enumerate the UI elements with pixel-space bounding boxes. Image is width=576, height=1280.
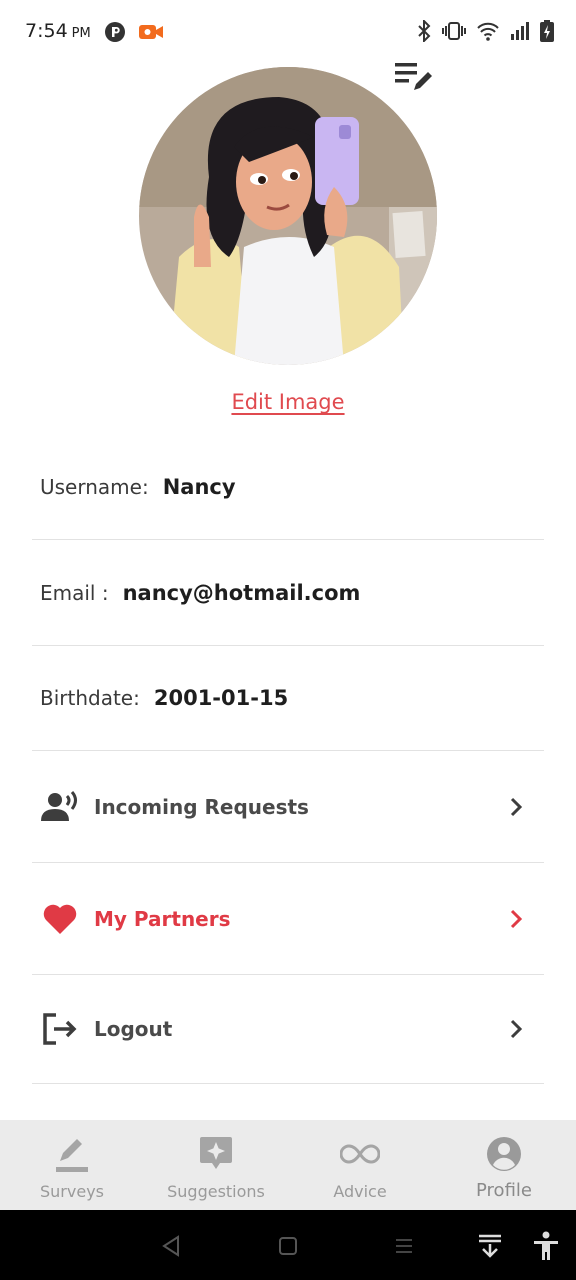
tab-label: Advice — [333, 1182, 387, 1201]
home-icon[interactable] — [272, 1230, 304, 1262]
username-label: Username: — [40, 474, 149, 499]
birthdate-value: 2001-01-15 — [153, 685, 289, 710]
status-time: 7:54 PM — [25, 20, 91, 42]
user-circle-icon — [484, 1134, 524, 1174]
avatar — [139, 67, 437, 365]
vibrate-icon — [442, 21, 466, 45]
tab-label: Surveys — [40, 1182, 104, 1201]
menu-item-logout[interactable]: Logout — [32, 975, 544, 1084]
status-ampm: PM — [71, 26, 91, 41]
infinity-icon — [340, 1134, 380, 1174]
status-right-icons — [416, 18, 554, 46]
tab-label: Profile — [476, 1180, 532, 1201]
email-label: Email : — [40, 580, 109, 605]
battery-charging-icon — [540, 20, 554, 46]
edit-image-link[interactable]: Edit Image — [0, 390, 576, 414]
tab-suggestions[interactable]: Suggestions — [144, 1120, 288, 1210]
tab-label: Suggestions — [167, 1182, 265, 1201]
signal-icon — [510, 21, 530, 45]
accessibility-icon[interactable] — [530, 1230, 562, 1262]
tab-profile[interactable]: Profile — [432, 1120, 576, 1210]
pencil-icon — [52, 1134, 92, 1174]
chevron-right-icon — [504, 1017, 528, 1041]
username-value: Nancy — [162, 474, 236, 499]
chevron-right-icon — [504, 795, 528, 819]
video-camera-icon — [138, 22, 164, 46]
birthdate-row: Birthdate: 2001-01-15 — [32, 645, 544, 751]
menu-icon[interactable] — [388, 1230, 420, 1262]
email-row: Email : nancy@hotmail.com — [32, 540, 544, 646]
bluetooth-icon — [416, 18, 432, 46]
p-badge-icon — [104, 21, 126, 47]
person-speaking-icon — [40, 787, 80, 827]
edit-list-icon[interactable] — [392, 58, 434, 98]
menu-item-label: Incoming Requests — [94, 794, 309, 819]
heart-icon — [40, 899, 80, 939]
back-icon[interactable] — [155, 1230, 187, 1262]
tab-surveys[interactable]: Surveys — [0, 1120, 144, 1210]
chevron-right-icon — [504, 907, 528, 931]
menu-item-label: My Partners — [94, 906, 231, 931]
menu-item-label: Logout — [94, 1017, 173, 1041]
download-icon[interactable] — [474, 1230, 506, 1262]
status-left-icons — [104, 21, 164, 47]
username-row: Username: Nancy — [32, 434, 544, 540]
birthdate-label: Birthdate: — [40, 685, 140, 710]
bottom-tab-bar: Surveys Suggestions Advice Profile — [0, 1120, 576, 1210]
sparkle-bubble-icon — [196, 1134, 236, 1174]
menu-item-incoming-requests[interactable]: Incoming Requests — [32, 751, 544, 863]
email-value: nancy@hotmail.com — [122, 580, 361, 605]
menu-item-my-partners[interactable]: My Partners — [32, 863, 544, 975]
system-nav-bar — [0, 1210, 576, 1280]
status-bar: 7:54 PM — [0, 0, 576, 64]
logout-icon — [40, 1009, 80, 1049]
tab-advice[interactable]: Advice — [288, 1120, 432, 1210]
wifi-icon — [476, 21, 500, 45]
status-time-value: 7:54 — [25, 20, 68, 42]
